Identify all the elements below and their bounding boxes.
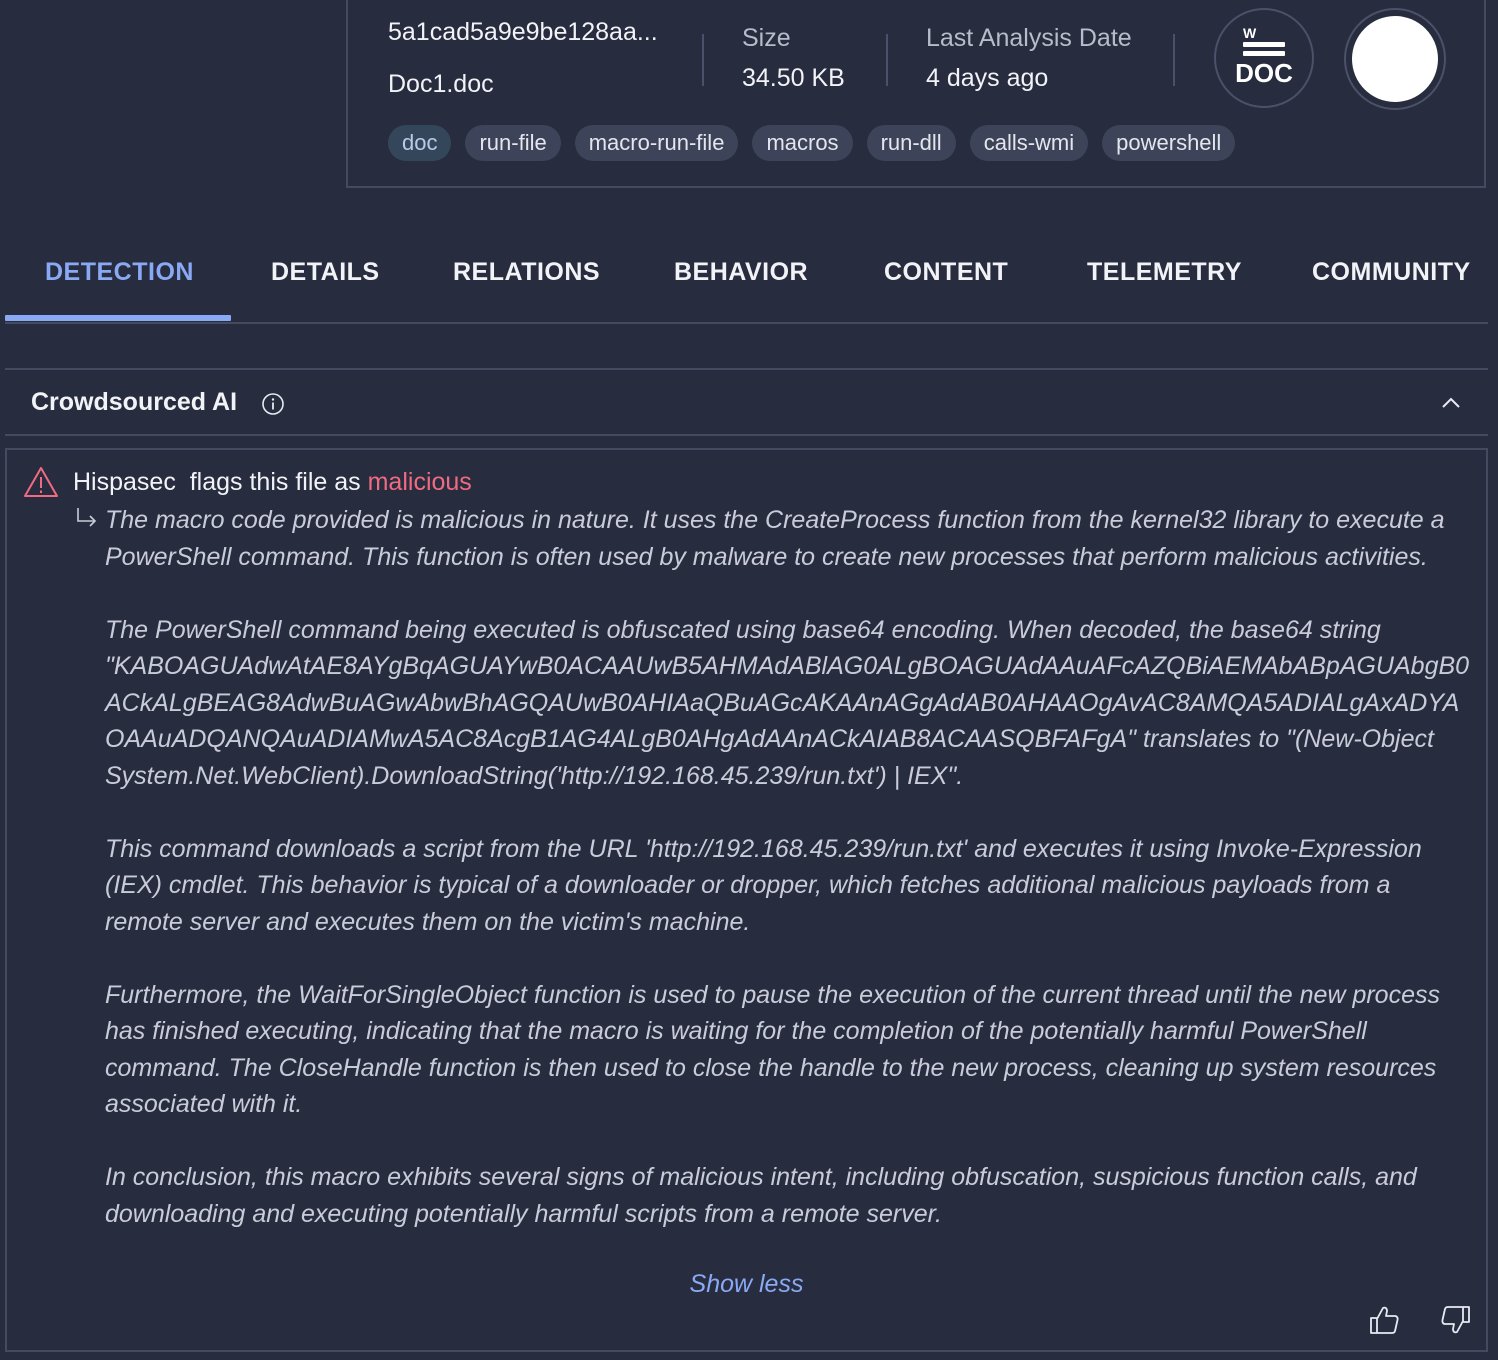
verdict-flags-text: flags this file as	[189, 468, 361, 496]
chevron-up-icon[interactable]	[1440, 394, 1462, 412]
file-name: Doc1.doc	[388, 70, 494, 98]
description-paragraph: Furthermore, the WaitForSingleObject fun…	[105, 980, 1440, 1119]
avatar-ring	[1344, 8, 1446, 110]
description-paragraph: The PowerShell command being executed is…	[105, 615, 1470, 790]
warning-icon	[24, 467, 58, 497]
verdict-line: Hispasec flags this file as malicious	[73, 468, 472, 497]
thumb-down-icon[interactable]	[1440, 1304, 1472, 1336]
last-analysis-label: Last Analysis Date	[926, 24, 1132, 52]
tag-chip[interactable]: calls-wmi	[969, 125, 1089, 161]
active-tab-indicator	[5, 315, 231, 321]
show-less-link[interactable]: Show less	[7, 1270, 1486, 1299]
tag-chip[interactable]: run-dll	[866, 125, 956, 161]
description-paragraph: This command downloads a script from the…	[105, 834, 1422, 936]
info-icon[interactable]	[261, 392, 285, 416]
tab-behavior[interactable]: BEHAVIOR	[674, 258, 808, 287]
tab-details[interactable]: DETAILS	[271, 258, 380, 287]
doc-file-icon: W DOC	[1214, 8, 1314, 108]
divider	[886, 34, 888, 86]
tab-bar: DETECTION DETAILS RELATIONS BEHAVIOR CON…	[5, 232, 1488, 324]
tab-content[interactable]: CONTENT	[884, 258, 1008, 287]
description-paragraph: The macro code provided is malicious in …	[105, 506, 1445, 571]
size-value: 34.50 KB	[742, 64, 845, 92]
verdict-source[interactable]: Hispasec	[73, 468, 176, 496]
size-label: Size	[742, 24, 791, 52]
reply-arrow-icon	[77, 508, 97, 527]
tab-relations[interactable]: RELATIONS	[453, 258, 600, 287]
tag-list: doc run-file macro-run-file macros run-d…	[388, 125, 1236, 161]
file-summary-card: 5a1cad5a9e9be128aa... Doc1.doc Size 34.5…	[346, 0, 1486, 188]
divider	[1173, 34, 1175, 86]
tag-chip[interactable]: doc	[388, 125, 452, 161]
divider	[702, 34, 704, 86]
tag-chip[interactable]: macros	[752, 125, 853, 161]
tab-community[interactable]: COMMUNITY	[1312, 258, 1471, 287]
badge-text: DOC	[1235, 57, 1293, 88]
verdict-label: malicious	[367, 468, 472, 496]
last-analysis-value: 4 days ago	[926, 64, 1049, 92]
file-hash[interactable]: 5a1cad5a9e9be128aa...	[388, 18, 658, 47]
section-title: Crowdsourced AI	[31, 388, 238, 416]
thumb-up-icon[interactable]	[1368, 1304, 1400, 1336]
description-paragraph: In conclusion, this macro exhibits sever…	[105, 1163, 1417, 1228]
crowdsourced-ai-header[interactable]: Crowdsourced AI	[5, 368, 1488, 436]
tag-chip[interactable]: powershell	[1102, 125, 1236, 161]
ai-verdict-panel: Hispasec flags this file as malicious Th…	[5, 448, 1488, 1352]
tab-telemetry[interactable]: TELEMETRY	[1087, 258, 1242, 287]
tag-chip[interactable]: macro-run-file	[574, 125, 739, 161]
badge-letter: W	[1243, 24, 1257, 41]
verdict-description: The macro code provided is malicious in …	[105, 502, 1475, 1269]
tag-chip[interactable]: run-file	[465, 125, 561, 161]
avatar	[1352, 16, 1438, 102]
tab-detection[interactable]: DETECTION	[45, 258, 194, 287]
